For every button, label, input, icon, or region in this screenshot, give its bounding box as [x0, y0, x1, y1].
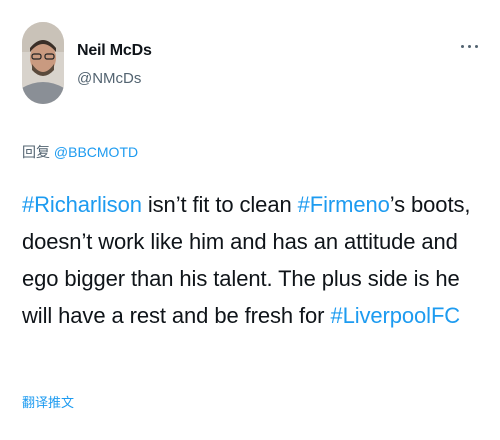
- tweet-header: Neil McDs @NMcDs: [22, 22, 482, 112]
- display-name[interactable]: Neil McDs: [77, 42, 152, 60]
- dot: [468, 45, 471, 48]
- tweet-text: #Richarlison isn’t fit to clean #Firmeno…: [22, 186, 484, 334]
- dot: [475, 45, 478, 48]
- hashtag-liverpoolfc[interactable]: #LiverpoolFC: [330, 303, 460, 328]
- translate-tweet-link[interactable]: 翻译推文: [22, 392, 74, 411]
- hashtag-richarlison[interactable]: #Richarlison: [22, 192, 142, 217]
- user-handle[interactable]: @NMcDs: [77, 70, 141, 87]
- reply-to-line: 回复 @BBCMOTD: [22, 142, 138, 162]
- dot: [461, 45, 464, 48]
- hashtag-firmeno[interactable]: #Firmeno: [298, 192, 390, 217]
- tweet-text-segment: isn’t fit to clean: [141, 192, 298, 217]
- avatar[interactable]: [22, 22, 64, 104]
- reply-mention-link[interactable]: @BBCMOTD: [54, 144, 138, 160]
- more-dots-icon[interactable]: [458, 36, 482, 56]
- tweet-card: Neil McDs @NMcDs 回复 @BBCMOTD #Richarliso…: [0, 0, 500, 440]
- reply-prefix: 回复: [22, 144, 54, 160]
